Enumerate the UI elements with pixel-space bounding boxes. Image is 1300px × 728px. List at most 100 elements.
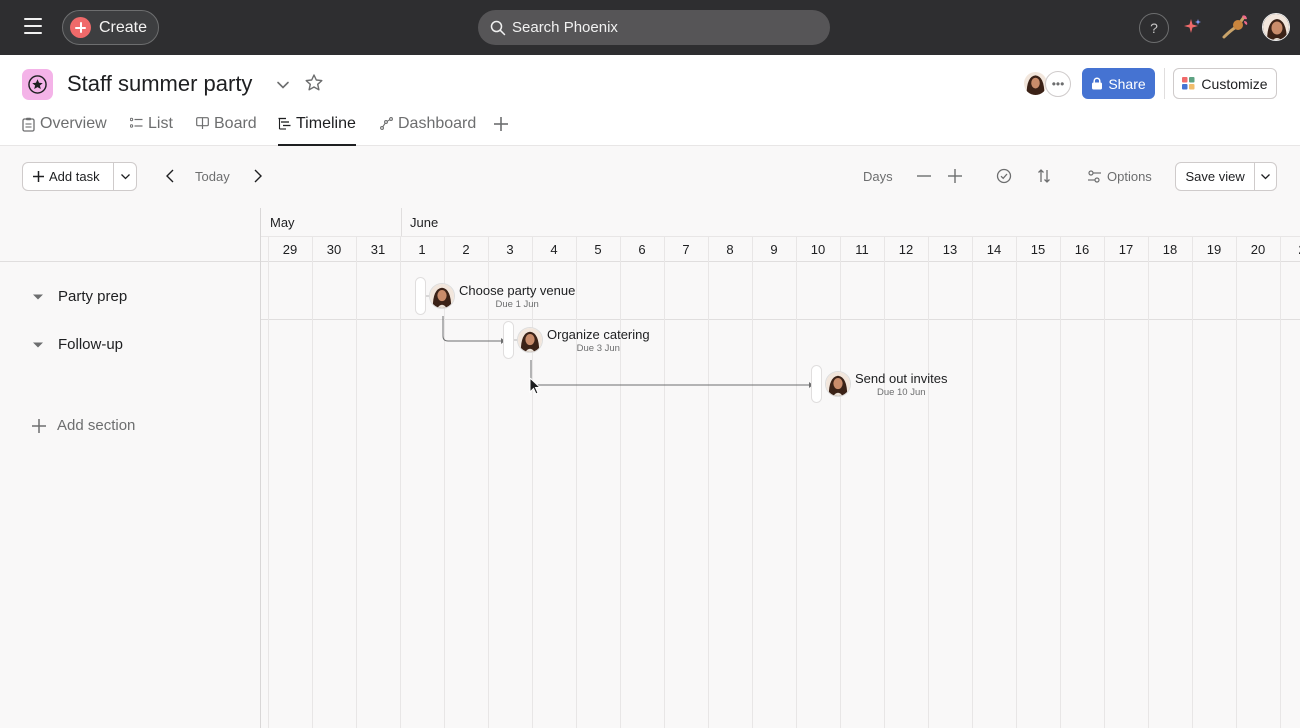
tab-timeline[interactable]: Timeline bbox=[278, 115, 356, 146]
day-column-line bbox=[620, 236, 621, 728]
add-tab-icon[interactable] bbox=[492, 115, 510, 133]
task-drag-handle[interactable] bbox=[811, 365, 822, 403]
day-column-line bbox=[1104, 236, 1105, 728]
day-column-line bbox=[1236, 236, 1237, 728]
section-label: Party prep bbox=[58, 288, 128, 305]
task-bar-send-out-invites[interactable]: Send out invites Due 10 Jun bbox=[811, 365, 948, 403]
day-header-cell: 31 bbox=[370, 241, 386, 257]
check-circle-icon[interactable] bbox=[996, 168, 1012, 184]
search-icon bbox=[490, 20, 506, 35]
add-section-label: Add section bbox=[57, 417, 136, 434]
caret-down-icon[interactable] bbox=[32, 339, 44, 351]
more-members-icon[interactable]: ••• bbox=[1045, 71, 1071, 97]
lock-icon bbox=[1092, 77, 1103, 90]
day-column-line bbox=[796, 236, 797, 728]
save-view-dropdown[interactable] bbox=[1255, 163, 1276, 190]
tab-dashboard[interactable]: Dashboard bbox=[380, 115, 476, 146]
chevron-left-icon[interactable] bbox=[163, 168, 177, 184]
celebration-icon[interactable] bbox=[1220, 13, 1250, 41]
today-button[interactable]: Today bbox=[195, 169, 230, 184]
caret-down-icon[interactable] bbox=[32, 291, 44, 303]
share-button[interactable]: Share bbox=[1082, 68, 1155, 99]
add-task-button[interactable]: Add task bbox=[23, 163, 114, 190]
add-task-split-button: Add task bbox=[22, 162, 137, 191]
day-column-line bbox=[664, 236, 665, 728]
chevron-down-icon bbox=[1261, 174, 1271, 180]
month-label-may: May bbox=[270, 215, 295, 230]
day-header-cell: 29 bbox=[282, 241, 298, 257]
task-text: Send out invites Due 10 Jun bbox=[855, 371, 948, 398]
day-header-cell: 17 bbox=[1118, 241, 1134, 257]
options-button[interactable]: Options bbox=[1087, 166, 1152, 186]
top-bar: Create Search Phoenix ? bbox=[0, 0, 1300, 55]
project-header: Staff summer party ••• Share Customize O… bbox=[0, 55, 1300, 146]
timeline-icon bbox=[278, 117, 291, 130]
day-header-cell: 13 bbox=[942, 241, 958, 257]
apps-grid-icon bbox=[1182, 77, 1195, 90]
tab-label: List bbox=[148, 115, 173, 132]
zoom-level-label[interactable]: Days bbox=[863, 169, 893, 184]
day-header-cell: 3 bbox=[506, 241, 514, 257]
task-bar-choose-party-venue[interactable]: Choose party venue Due 1 Jun bbox=[415, 277, 575, 315]
chevron-right-icon[interactable] bbox=[251, 168, 265, 184]
tab-list[interactable]: List bbox=[130, 115, 173, 146]
plus-icon bbox=[70, 17, 91, 38]
sort-icon[interactable] bbox=[1036, 168, 1052, 184]
tab-overview[interactable]: Overview bbox=[22, 115, 107, 146]
plus-icon bbox=[33, 171, 44, 182]
customize-label: Customize bbox=[1201, 75, 1268, 92]
tab-board[interactable]: Board bbox=[196, 115, 257, 146]
section-label: Follow-up bbox=[58, 336, 124, 353]
project-star-icon[interactable] bbox=[22, 69, 53, 100]
save-view-button[interactable]: Save view bbox=[1176, 163, 1256, 190]
day-column-line bbox=[356, 236, 357, 728]
add-task-dropdown[interactable] bbox=[114, 163, 136, 190]
minus-icon[interactable] bbox=[916, 168, 932, 184]
section-divider-line bbox=[261, 319, 1300, 320]
assignee-avatar[interactable] bbox=[429, 283, 455, 309]
plus-icon[interactable] bbox=[947, 168, 963, 184]
task-name: Send out invites bbox=[855, 370, 948, 386]
day-column-line bbox=[576, 236, 577, 728]
header-divider bbox=[1164, 68, 1165, 99]
section-party-prep[interactable]: Party prep bbox=[0, 288, 127, 305]
day-column-line bbox=[312, 236, 313, 728]
assignee-avatar[interactable] bbox=[517, 327, 543, 353]
tab-label: Dashboard bbox=[398, 115, 477, 132]
add-task-label: Add task bbox=[49, 169, 100, 184]
help-button[interactable]: ? bbox=[1139, 13, 1169, 43]
favorite-star-icon[interactable] bbox=[304, 73, 324, 93]
task-due-date: Due 1 Jun bbox=[495, 298, 539, 310]
customize-button[interactable]: Customize bbox=[1173, 68, 1277, 99]
task-name: Choose party venue bbox=[459, 282, 576, 298]
day-column-line bbox=[1060, 236, 1061, 728]
dashboard-icon bbox=[380, 117, 393, 130]
chevron-down-icon[interactable] bbox=[275, 77, 291, 93]
day-header-cell: 14 bbox=[986, 241, 1002, 257]
board-icon bbox=[196, 117, 209, 129]
task-drag-handle[interactable] bbox=[415, 277, 426, 315]
ai-sparkle-icon[interactable] bbox=[1183, 17, 1203, 37]
timeline-toolbar: Add task Today Days Options Save view bbox=[0, 146, 1300, 208]
day-column-line bbox=[268, 236, 269, 728]
task-drag-handle[interactable] bbox=[503, 321, 514, 359]
day-header-cell: 15 bbox=[1030, 241, 1046, 257]
assignee-avatar[interactable] bbox=[825, 371, 851, 397]
task-bar-organize-catering[interactable]: Organize catering Due 3 Jun bbox=[503, 321, 650, 359]
create-button[interactable]: Create bbox=[62, 10, 159, 45]
day-header-cell: 2 bbox=[1280, 236, 1300, 262]
search-input[interactable]: Search Phoenix bbox=[478, 10, 830, 45]
clipboard-icon bbox=[22, 117, 35, 132]
day-header-cell: 20 bbox=[1250, 241, 1266, 257]
task-due-date: Due 3 Jun bbox=[576, 342, 620, 354]
day-column-line bbox=[752, 236, 753, 728]
page-title[interactable]: Staff summer party bbox=[67, 71, 252, 97]
user-avatar[interactable] bbox=[1262, 13, 1290, 41]
add-section-button[interactable]: Add section bbox=[32, 417, 135, 434]
section-follow-up[interactable]: Follow-up bbox=[0, 336, 123, 353]
month-separator bbox=[401, 208, 402, 236]
day-header-cell: 1 bbox=[418, 241, 426, 257]
day-column-line bbox=[708, 236, 709, 728]
tab-label: Board bbox=[214, 115, 257, 132]
menu-icon[interactable] bbox=[24, 18, 42, 34]
